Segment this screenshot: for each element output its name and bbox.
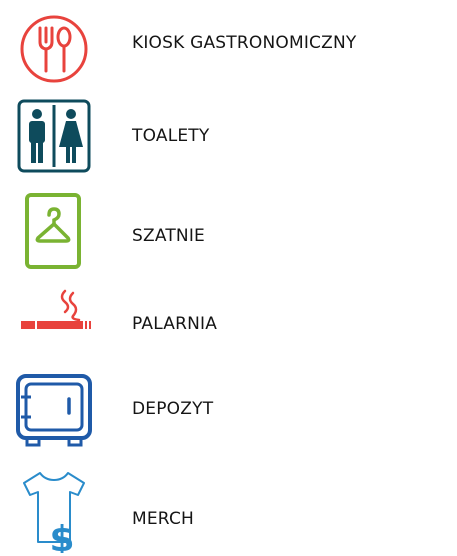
legend-label-kiosk: KIOSK GASTRONOMICZNY <box>132 33 357 53</box>
legend-label-toilets: TOALETY <box>132 126 210 146</box>
legend-label-cloakroom: SZATNIE <box>132 226 206 246</box>
deposit-safe-icon <box>16 374 92 447</box>
legend: KIOSK GASTRONOMICZNY TOALETY SZATNIE PAL… <box>0 0 457 556</box>
merch-tshirt-dollar-icon: $ <box>23 472 85 553</box>
legend-label-smoking: PALARNIA <box>132 314 218 334</box>
cloakroom-hanger-icon <box>25 193 81 269</box>
legend-label-deposit: DEPOZYT <box>132 399 214 419</box>
legend-label-merch: MERCH <box>132 509 195 529</box>
svg-text:$: $ <box>49 519 74 553</box>
food-kiosk-icon <box>20 15 88 83</box>
toilets-icon <box>17 99 91 173</box>
smoking-area-icon <box>21 289 91 329</box>
